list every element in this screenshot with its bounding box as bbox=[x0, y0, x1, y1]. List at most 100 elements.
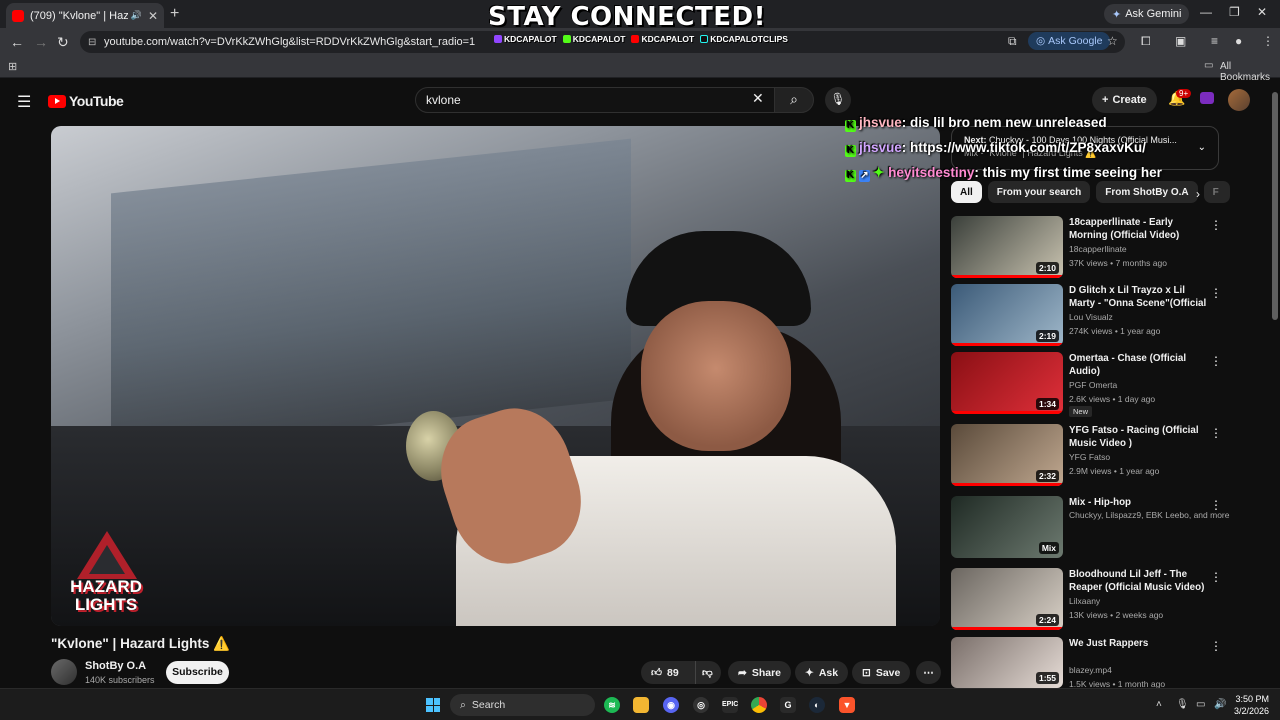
cursor-app-icon[interactable]: G bbox=[780, 697, 796, 713]
search-button[interactable]: ⌕ bbox=[774, 87, 814, 113]
share-button[interactable]: ➦ Share bbox=[728, 661, 791, 684]
chat-sep: : bbox=[901, 115, 907, 130]
taskbar-clock[interactable]: 3:50 PM 3/2/2026 bbox=[1234, 693, 1269, 717]
chip-all[interactable]: All bbox=[951, 181, 982, 203]
more-options-icon[interactable]: ⋮ bbox=[1210, 218, 1222, 232]
taskbar-search[interactable]: ⌕ Search bbox=[450, 694, 595, 716]
brave-icon[interactable]: ▼ bbox=[839, 697, 855, 713]
obs-icon[interactable]: ◎ bbox=[693, 697, 709, 713]
chat-message: Kjhsvue: dis lil bro nem new unreleased bbox=[845, 115, 1107, 132]
recommendation-meta: 13K views • 2 weeks ago bbox=[1069, 610, 1164, 620]
chip-from-channel[interactable]: From ShotBy O.A bbox=[1096, 181, 1198, 203]
video-thumbnail[interactable]: 2:10 bbox=[951, 216, 1063, 278]
site-info-icon[interactable]: ⊟ bbox=[88, 37, 96, 48]
channel-avatar[interactable] bbox=[51, 659, 77, 685]
chevron-down-icon[interactable]: ⌄ bbox=[1198, 142, 1206, 153]
more-options-icon[interactable]: ⋮ bbox=[1210, 570, 1222, 584]
account-avatar[interactable] bbox=[1228, 89, 1250, 111]
ask-google-label: Ask Google bbox=[1048, 35, 1103, 47]
reload-icon[interactable]: ↻ bbox=[57, 34, 69, 51]
recommendation-item[interactable]: 2:32 YFG Fatso - Racing (Official Music V… bbox=[951, 424, 1231, 486]
recommendation-title[interactable]: D Glitch x Lil Trayzo x Lil Marty - "Onn… bbox=[1069, 284, 1209, 310]
tab-title: (709) "Kvlone" | Hazard Lights bbox=[30, 9, 128, 22]
more-options-icon[interactable]: ⋮ bbox=[1210, 286, 1222, 300]
bookmark-star-icon[interactable]: ☆ bbox=[1107, 34, 1118, 48]
sidepanel-icon[interactable]: ▣ bbox=[1175, 34, 1186, 48]
more-options-icon[interactable]: ⋮ bbox=[1210, 498, 1222, 512]
more-options-icon[interactable]: ⋮ bbox=[1210, 354, 1222, 368]
more-options-icon[interactable]: ⋮ bbox=[1210, 426, 1222, 440]
video-player[interactable]: HAZARD LIGHTS bbox=[51, 126, 940, 626]
recommendation-channel: Lou Visualz bbox=[1069, 312, 1113, 322]
like-button[interactable]: 👍︎ 89 bbox=[641, 661, 695, 684]
video-thumbnail[interactable]: 2:32 bbox=[951, 424, 1063, 486]
video-thumbnail[interactable]: Mix bbox=[951, 496, 1063, 558]
mic-tray-icon[interactable]: 🎙 bbox=[1176, 699, 1189, 710]
video-thumbnail[interactable]: 2:19 bbox=[951, 284, 1063, 346]
video-thumbnail[interactable]: 1:55 bbox=[951, 637, 1063, 688]
more-actions-button[interactable]: ⋯ bbox=[916, 661, 941, 684]
new-tab-icon[interactable]: + bbox=[170, 5, 179, 23]
cast-icon[interactable]: ⧉ bbox=[1008, 34, 1017, 49]
minimize-icon[interactable]: — bbox=[1200, 5, 1212, 19]
thumbnail-duration: 1:55 bbox=[1035, 672, 1059, 684]
discord-icon[interactable]: ◉ bbox=[663, 697, 679, 713]
forward-arrow-icon[interactable]: → bbox=[34, 34, 48, 50]
ask-button[interactable]: ✦ Ask bbox=[795, 661, 849, 684]
recommendation-item[interactable]: 2:19 D Glitch x Lil Trayzo x Lil Marty - … bbox=[951, 284, 1231, 346]
like-count: 89 bbox=[666, 666, 679, 679]
epic-games-icon[interactable]: EPIC bbox=[722, 697, 738, 713]
browser-menu-icon[interactable]: ⋮ bbox=[1262, 34, 1274, 48]
chip-from-search[interactable]: From your search bbox=[987, 181, 1091, 203]
extensions-icon[interactable]: ⧠ bbox=[1141, 34, 1151, 49]
file-explorer-icon[interactable] bbox=[633, 697, 649, 713]
youtube-logo[interactable]: YouTube bbox=[48, 93, 124, 109]
profile-icon[interactable]: ● bbox=[1235, 34, 1242, 48]
voice-search-button[interactable]: 🎙 bbox=[825, 87, 851, 113]
search-input[interactable]: kvlone bbox=[415, 87, 775, 113]
subscribe-button[interactable]: Subscribe bbox=[166, 661, 229, 684]
close-tab-icon[interactable]: ✕ bbox=[148, 9, 158, 23]
restore-icon[interactable]: ❐ bbox=[1229, 5, 1240, 19]
chip-overflow[interactable]: F bbox=[1203, 181, 1230, 203]
recommendation-title[interactable]: Bloodhound Lil Jeff - The Reaper (Offici… bbox=[1069, 568, 1209, 594]
chevron-right-icon[interactable]: › bbox=[1196, 187, 1200, 201]
video-thumbnail[interactable]: 1:34 bbox=[951, 352, 1063, 414]
dislike-button[interactable]: 👎︎ bbox=[695, 661, 721, 684]
tray-overflow-icon[interactable]: ˄ bbox=[1156, 699, 1162, 710]
recommendation-item[interactable]: 2:10 18capperllinate - Early Morning (Off… bbox=[951, 216, 1231, 278]
recommendation-title[interactable]: 18capperllinate - Early Morning (Officia… bbox=[1069, 216, 1209, 242]
recommendation-item[interactable]: 2:24 Bloodhound Lil Jeff - The Reaper (Of… bbox=[951, 568, 1231, 630]
windows-start-icon[interactable] bbox=[426, 698, 440, 712]
video-thumbnail[interactable]: 2:24 bbox=[951, 568, 1063, 630]
recommendation-title[interactable]: We Just Rappers bbox=[1069, 637, 1209, 650]
volume-icon[interactable]: 🔊 bbox=[1214, 699, 1226, 710]
browser-tab[interactable]: (709) "Kvlone" | Hazard Lights 🔊 ✕ bbox=[6, 3, 164, 28]
more-options-icon[interactable]: ⋮ bbox=[1210, 639, 1222, 653]
ask-gemini-button[interactable]: ✦ Ask Gemini bbox=[1104, 4, 1190, 24]
recommendation-title[interactable]: YFG Fatso - Racing (Official Music Video… bbox=[1069, 424, 1209, 450]
chrome-icon[interactable] bbox=[751, 697, 767, 713]
recommendation-meta: 2.6K views • 1 day ago bbox=[1069, 394, 1156, 404]
kick-social: KDCAPALOT bbox=[562, 34, 625, 44]
recommendation-item[interactable]: Mix Mix - Hip-hop Chuckyy, Lilspazz9, EBK … bbox=[951, 496, 1231, 558]
steam-icon[interactable]: ◐ bbox=[809, 697, 825, 713]
menu-hamburger-icon[interactable]: ☰ bbox=[17, 92, 31, 112]
create-button[interactable]: + Create bbox=[1092, 87, 1157, 113]
kick-icon bbox=[562, 35, 571, 43]
recommendation-title[interactable]: Omertaa - Chase (Official Audio) bbox=[1069, 352, 1209, 378]
recommendation-title[interactable]: Mix - Hip-hop bbox=[1069, 496, 1209, 509]
spotify-icon[interactable]: ≋ bbox=[604, 697, 620, 713]
save-button[interactable]: ⊡ Save bbox=[852, 661, 911, 684]
back-arrow-icon[interactable]: ← bbox=[10, 34, 24, 50]
channel-name[interactable]: ShotBy O.A bbox=[85, 660, 146, 672]
ask-google-button[interactable]: ◎ Ask Google bbox=[1028, 32, 1111, 50]
clear-search-icon[interactable]: ✕ bbox=[752, 90, 764, 107]
apps-grid-icon[interactable]: ⊞ bbox=[8, 60, 17, 73]
recommendation-item[interactable]: 1:34 Omertaa - Chase (Official Audio) PGF … bbox=[951, 352, 1231, 417]
close-window-icon[interactable]: ✕ bbox=[1257, 5, 1267, 19]
reading-list-icon[interactable]: ≡ bbox=[1211, 34, 1218, 48]
twitch-extension-icon[interactable] bbox=[1200, 92, 1214, 104]
page-scrollbar-thumb[interactable] bbox=[1272, 92, 1278, 320]
network-icon[interactable]: ▭ bbox=[1196, 699, 1205, 710]
